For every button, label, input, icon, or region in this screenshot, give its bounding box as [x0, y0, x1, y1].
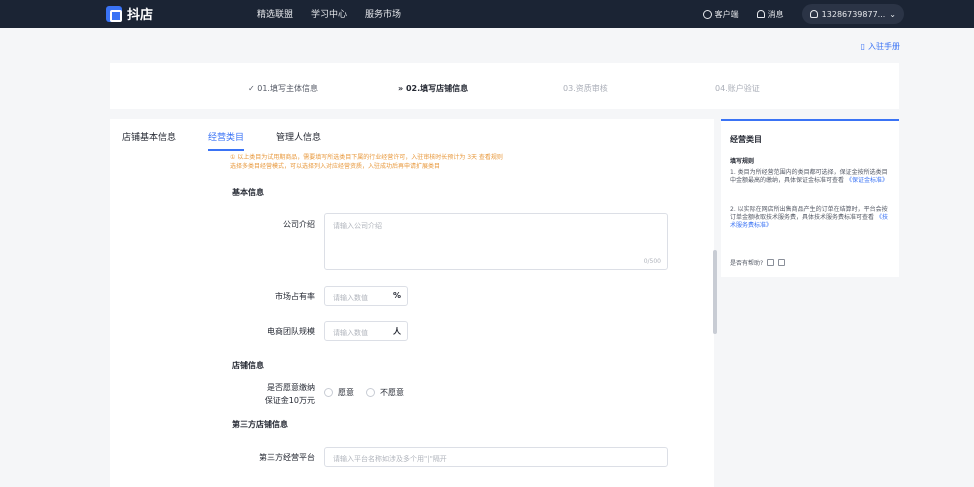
company-intro-textarea[interactable]: 请输入公司介绍 0/500 [324, 213, 668, 270]
deposit-option-unwilling[interactable]: 不愿意 [366, 387, 404, 398]
tab-shop-basic-info[interactable]: 店铺基本信息 [122, 130, 176, 143]
third-party-platform-label: 第三方经营平台 [259, 453, 315, 462]
app-name: 抖店 [127, 8, 154, 23]
nav-item-service-market[interactable]: 服务市场 [365, 7, 401, 20]
step-4: 04.账户验证 [715, 84, 760, 93]
main-nav: 精选联盟 学习中心 服务市场 [257, 7, 401, 20]
team-size-label: 电商团队规模 [267, 327, 315, 336]
deposit-option-willing-label: 愿意 [338, 388, 354, 397]
active-tab-indicator [208, 149, 244, 151]
form-tabs: 店铺基本信息 经营类目 管理人信息 [122, 130, 353, 143]
deposit-option-unwilling-label: 不愿意 [380, 388, 404, 397]
side-rule-2-text: 2. 以实际在网店所出售商品产生的订单在结算时，平台会按订单金额收取技术服务费，… [730, 206, 888, 221]
market-share-label: 市场占有率 [275, 292, 315, 301]
deposit-label: 是否愿意缴纳 保证金10万元 [250, 381, 315, 407]
deposit-radio-group: 愿意 不愿意 [324, 387, 404, 398]
tab-manager-info[interactable]: 管理人信息 [276, 130, 321, 143]
deposit-label-line-1: 是否愿意缴纳 [267, 383, 315, 392]
nav-item-selected-alliance[interactable]: 精选联盟 [257, 7, 293, 20]
third-party-platform-placeholder: 请输入平台名称如涉及多个用"|"隔开 [333, 455, 447, 463]
user-icon [809, 10, 818, 18]
company-intro-label: 公司介绍 [283, 220, 315, 229]
step-2: » 02.填写店铺信息 [398, 84, 469, 93]
client-download-button[interactable]: 客户端 [702, 9, 739, 20]
company-intro-counter: 0/500 [643, 258, 661, 265]
form-scrollbar[interactable] [713, 250, 717, 334]
market-share-placeholder: 请输入数值 [333, 294, 368, 302]
notice-line-1: ① 以上类目为试用期商品，需要填写所选类目下属的行业经营许可，入驻审核时长预计为… [230, 154, 503, 161]
side-panel-title: 经营类目 [730, 135, 762, 144]
section-basic-info: 基本信息 [232, 188, 264, 197]
team-size-placeholder: 请输入数值 [333, 329, 368, 337]
deposit-option-willing[interactable]: 愿意 [324, 387, 354, 398]
progress-steps: ✓ 01.填写主体信息 » 02.填写店铺信息 03.资质审核 04.账户验证 [110, 63, 899, 109]
step-3: 03.资质审核 [563, 84, 608, 93]
chevron-down-icon: ⌄ [889, 9, 896, 19]
guide-label: 入驻手册 [868, 42, 900, 51]
category-notice: ① 以上类目为试用期商品，需要填写所选类目下属的行业经营许可，入驻审核时长预计为… [230, 153, 503, 171]
thumbs-up-icon[interactable] [767, 259, 775, 266]
company-intro-placeholder: 请输入公司介绍 [333, 222, 382, 230]
app-logo[interactable]: 抖店 [106, 4, 153, 23]
people-suffix: 人 [393, 327, 401, 336]
market-share-input[interactable]: 请输入数值 % [324, 286, 408, 306]
user-account-menu[interactable]: 13286739877... ⌄ [801, 4, 904, 24]
radio-unchecked-icon [366, 388, 375, 397]
tab-business-category[interactable]: 经营类目 [208, 130, 244, 143]
client-label: 客户端 [714, 9, 739, 19]
side-rule-1: 1. 类目为所经营范围内的类目都可选择，保证金按所选类目中金额最高的缴纳，具体保… [730, 169, 888, 185]
bell-icon [756, 10, 765, 18]
book-icon: ▯ [860, 42, 865, 51]
messages-button[interactable]: 消息 [756, 9, 784, 20]
side-rules-title: 填写规则 [730, 158, 755, 165]
thumbs-down-icon[interactable] [778, 259, 786, 266]
form-panel: 店铺基本信息 经营类目 管理人信息 ① 以上类目为试用期商品，需要填写所选类目下… [110, 119, 714, 487]
team-size-input[interactable]: 请输入数值 人 [324, 321, 408, 341]
topbar-actions: 客户端 消息 13286739877... ⌄ [702, 0, 974, 28]
onboarding-guide-link[interactable]: ▯ 入驻手册 [861, 41, 900, 52]
third-party-platform-input[interactable]: 请输入平台名称如涉及多个用"|"隔开 [324, 447, 668, 467]
help-side-panel: 经营类目 填写规则 1. 类目为所经营范围内的类目都可选择，保证金按所选类目中金… [721, 119, 899, 277]
step-1: ✓ 01.填写主体信息 [248, 84, 318, 93]
feedback-label: 是否有帮助? [730, 260, 764, 267]
deposit-label-line-2: 保证金10万元 [264, 396, 315, 405]
doudian-logo-icon [106, 5, 122, 22]
section-third-party-info: 第三方店铺信息 [232, 420, 288, 429]
top-navigation-bar: 抖店 精选联盟 学习中心 服务市场 客户端 消息 13286739877... … [0, 0, 974, 28]
percent-suffix: % [392, 291, 401, 300]
feedback-row: 是否有帮助? [730, 258, 786, 267]
section-shop-info: 店铺信息 [232, 361, 264, 370]
nav-item-learning-center[interactable]: 学习中心 [311, 7, 347, 20]
radio-unchecked-icon [324, 388, 333, 397]
messages-label: 消息 [767, 9, 784, 19]
deposit-standard-link[interactable]: 《保证金标准》 [846, 177, 888, 184]
download-icon [702, 9, 712, 19]
notice-line-2: 选择多类目经营模式，可以选择列入对应经营资质，入驻成功后再申请扩展类目 [230, 163, 441, 170]
side-rule-2: 2. 以实际在网店所出售商品产生的订单在结算时，平台会按订单金额收取技术服务费，… [730, 206, 888, 230]
user-phone: 13286739877... [821, 9, 886, 19]
